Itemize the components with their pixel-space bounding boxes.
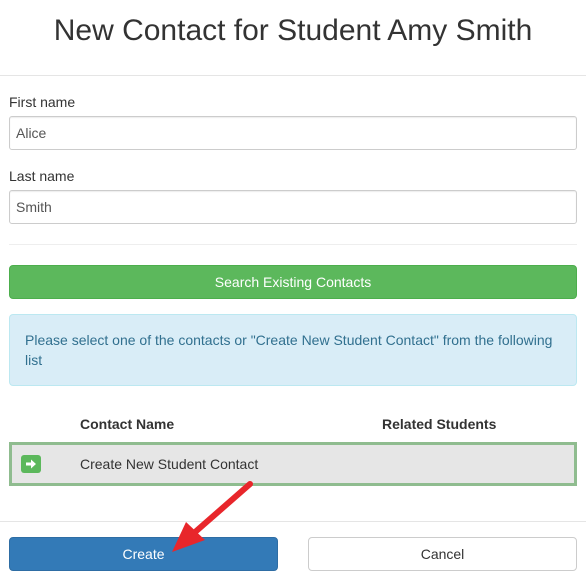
modal-title: New Contact for Student Amy Smith xyxy=(53,14,533,47)
header-divider xyxy=(0,75,586,76)
first-name-label: First name xyxy=(9,94,76,110)
arrow-right-icon xyxy=(21,455,41,473)
last-name-input[interactable] xyxy=(9,190,577,224)
column-header-related-students: Related Students xyxy=(382,416,497,432)
info-message: Please select one of the contacts or "Cr… xyxy=(25,332,553,368)
footer-divider xyxy=(0,521,586,522)
contact-name-cell: Create New Student Contact xyxy=(80,456,259,472)
table-row-create-new-contact[interactable]: Create New Student Contact xyxy=(9,442,577,486)
first-name-input[interactable] xyxy=(9,116,577,150)
form-divider xyxy=(9,244,577,245)
column-header-contact-name: Contact Name xyxy=(80,416,175,432)
last-name-label: Last name xyxy=(9,168,75,184)
create-button[interactable]: Create xyxy=(9,537,278,571)
cancel-button[interactable]: Cancel xyxy=(308,537,577,571)
info-alert: Please select one of the contacts or "Cr… xyxy=(9,314,577,386)
search-existing-contacts-button[interactable]: Search Existing Contacts xyxy=(9,265,577,299)
